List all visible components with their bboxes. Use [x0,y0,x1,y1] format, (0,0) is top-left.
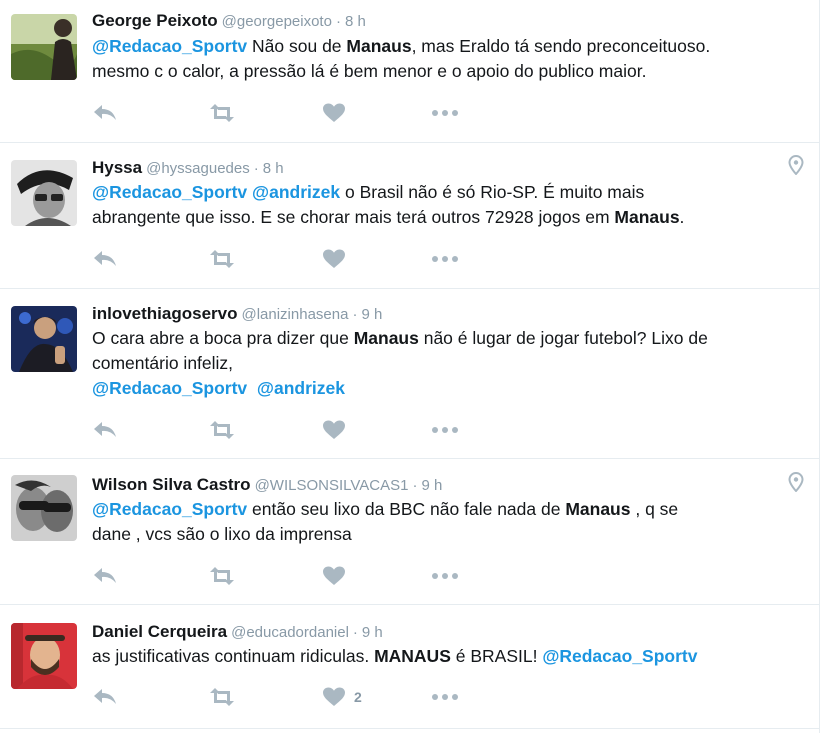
tweet-timeline: George Peixoto @georgepeixoto · 8 h @Redaca… [0,0,822,733]
more-button[interactable] [431,418,459,442]
tweet-text: @Redacao_Sportv Não sou de Manaus, mas E… [92,34,802,84]
like-button[interactable] [322,564,346,588]
retweet-icon [207,249,237,269]
like-button[interactable] [322,101,346,125]
more-button[interactable] [431,247,459,271]
text-segment: é BRASIL! [450,646,543,666]
more-icon [431,108,459,118]
separator-dot: · [352,306,358,323]
timestamp[interactable]: 9 h [362,624,383,641]
author-handle[interactable]: @georgepeixoto [222,13,332,30]
heart-icon [322,687,346,707]
avatar[interactable] [11,160,77,226]
like-button[interactable]: 2 [322,685,362,709]
mention-link[interactable]: @Redacao_Sportv [92,182,247,202]
reply-icon [92,103,118,123]
author-handle[interactable]: @lanizinhasena [241,306,348,323]
highlighted-keyword: Manaus [353,328,419,348]
like-count: 2 [354,689,362,705]
author-name[interactable]: Wilson Silva Castro [92,475,251,494]
separator-dot: · [253,160,259,177]
author-handle[interactable]: @educadordaniel [231,624,349,641]
mention-link[interactable]: @Redacao_Sportv [92,36,247,56]
more-icon [431,425,459,435]
text-segment: então seu lixo da BBC não fale nada de [247,499,566,519]
retweet-button[interactable] [207,247,237,271]
more-button[interactable] [431,685,459,709]
heart-icon [322,249,346,269]
mention-link[interactable]: @andrizek [252,182,340,202]
reply-icon [92,566,118,586]
avatar[interactable] [11,623,77,689]
author-name[interactable]: Daniel Cerqueira [92,622,227,641]
more-button[interactable] [431,564,459,588]
retweet-button[interactable] [207,418,237,442]
tweet-text: O cara abre a boca pra dizer que Manaus … [92,326,802,401]
avatar[interactable] [11,306,77,372]
separator-dot: · [335,13,341,30]
tweet[interactable]: inlovethiagoservo @lanizinhasena · 9 h O ca… [0,289,819,459]
text-segment: as justificativas continuam ridiculas. [92,646,375,666]
timestamp[interactable]: 8 h [263,160,284,177]
avatar[interactable] [11,475,77,541]
retweet-button[interactable] [207,685,237,709]
tweet-text: as justificativas continuam ridiculas. M… [92,644,802,669]
retweet-icon [207,687,237,707]
highlighted-keyword: Manaus [346,36,412,56]
tweet-text: @Redacao_Sportv @andrizek o Brasil não é… [92,180,802,230]
like-button[interactable] [322,418,346,442]
reply-icon [92,420,118,440]
author-handle[interactable]: @hyssaguedes [146,160,250,177]
author-name[interactable]: George Peixoto [92,11,218,30]
text-segment: O cara abre a boca pra dizer que [92,328,354,348]
more-icon [431,692,459,702]
text-segment [247,378,257,398]
retweet-button[interactable] [207,101,237,125]
location-pin-icon[interactable] [788,471,804,493]
mention-link[interactable]: @Redacao_Sportv [92,499,247,519]
retweet-button[interactable] [207,564,237,588]
tweet[interactable]: Daniel Cerqueira @educadordaniel · 9 h as j… [0,605,819,729]
like-button[interactable] [322,247,346,271]
retweet-icon [207,420,237,440]
reply-button[interactable] [92,101,118,125]
timestamp[interactable]: 9 h [361,306,382,323]
reply-icon [92,687,118,707]
retweet-icon [207,566,237,586]
avatar[interactable] [11,14,77,80]
mention-link[interactable]: @Redacao_Sportv [542,646,697,666]
timestamp[interactable]: 8 h [345,13,366,30]
reply-icon [92,249,118,269]
mention-link[interactable]: @andrizek [257,378,345,398]
location-pin-icon[interactable] [788,154,804,176]
separator-dot: · [352,624,358,641]
author-name[interactable]: inlovethiagoservo [92,304,237,323]
separator-dot: · [412,477,418,494]
heart-icon [322,566,346,586]
highlighted-keyword: Manaus [614,207,680,227]
mention-link[interactable]: @Redacao_Sportv [92,378,247,398]
tweet[interactable]: Hyssa @hyssaguedes · 8 h @Redacao_Sportv @a… [0,143,819,289]
text-segment: Não sou de [247,36,347,56]
more-icon [431,571,459,581]
reply-button[interactable] [92,247,118,271]
heart-icon [322,420,346,440]
tweet[interactable]: George Peixoto @georgepeixoto · 8 h @Redaca… [0,0,819,143]
reply-button[interactable] [92,685,118,709]
retweet-icon [207,103,237,123]
tweet[interactable]: Wilson Silva Castro @WILSONSILVACAS1 · 9 h … [0,459,819,605]
timestamp[interactable]: 9 h [421,477,442,494]
author-handle[interactable]: @WILSONSILVACAS1 [255,477,409,494]
text-segment: . [679,207,685,227]
reply-button[interactable] [92,564,118,588]
highlighted-keyword: MANAUS [374,646,451,666]
highlighted-keyword: Manaus [565,499,631,519]
heart-icon [322,103,346,123]
timeline-border [819,0,820,733]
author-name[interactable]: Hyssa [92,158,142,177]
more-icon [431,254,459,264]
tweet-text: @Redacao_Sportv então seu lixo da BBC nã… [92,497,802,547]
more-button[interactable] [431,101,459,125]
reply-button[interactable] [92,418,118,442]
